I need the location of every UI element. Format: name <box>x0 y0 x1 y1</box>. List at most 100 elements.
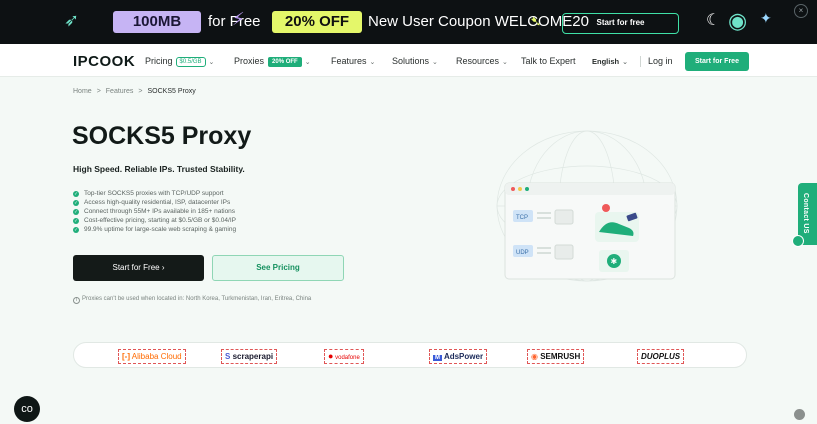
nav-solutions[interactable]: Solutions ⌄ <box>392 56 438 66</box>
check-icon: ✓ <box>73 208 79 215</box>
nav-proxies-label: Proxies <box>234 56 265 66</box>
planet-deco-icon: ◉ <box>728 8 748 33</box>
check-icon: ✓ <box>73 226 79 233</box>
feature-text: 99.9% uptime for large-scale web scrapin… <box>84 226 237 233</box>
nav-resources[interactable]: Resources ⌄ <box>456 56 508 66</box>
chevron-down-icon: ⌄ <box>622 59 628 66</box>
breadcrumb-separator: > <box>96 88 101 95</box>
nav-language[interactable]: English ⌄ <box>592 57 628 66</box>
nav-start-free-button[interactable]: Start for Free <box>685 52 749 71</box>
browser-titlebar <box>505 183 675 195</box>
hero-subtitle: High Speed. Reliable IPs. Trusted Stabil… <box>73 164 245 174</box>
nav-resources-label: Resources <box>456 56 500 66</box>
restriction-note: i Proxies can't be used when located in: … <box>73 296 311 304</box>
feature-item: ✓ Connect through 55M+ IPs available in 1… <box>73 207 236 216</box>
feature-text: Cost-effective pricing, starting at $0.5… <box>84 217 236 224</box>
check-icon: ✓ <box>73 190 79 197</box>
window-dot-yellow <box>518 187 522 191</box>
breadcrumb-home[interactable]: Home <box>73 88 92 95</box>
check-icon: ✓ <box>73 217 79 224</box>
breadcrumb-current: SOCKS5 Proxy <box>147 88 196 95</box>
nav-pricing-label: Pricing <box>145 56 173 66</box>
nav-talk-to-expert[interactable]: Talk to Expert <box>521 56 576 66</box>
ipcook-logo[interactable]: IPCOOK <box>73 53 135 70</box>
location-pin-icon <box>602 204 610 212</box>
check-icon: ✓ <box>73 199 79 206</box>
contact-us-label: Contact US <box>802 193 809 234</box>
scraperapi-logo: S scraperapi <box>221 349 278 364</box>
breadcrumb: Home > Features > SOCKS5 Proxy <box>73 88 196 95</box>
nav-features-label: Features <box>331 56 367 66</box>
window-dot-green <box>525 187 529 191</box>
sparkle-deco-icon: ✦ <box>760 10 772 26</box>
semrush-mark-icon: ◉ <box>531 352 538 361</box>
page-title: SOCKS5 Proxy <box>72 122 252 150</box>
vodafone-logo: ● vodafone <box>324 349 364 364</box>
promo-close-icon[interactable]: × <box>794 4 808 18</box>
feature-item: ✓ Top-tier SOCKS5 proxies with TCP/UDP su… <box>73 189 236 198</box>
promo-coupon-text: New User Coupon WELCOME20 <box>368 13 589 30</box>
window-dot-red <box>511 187 515 191</box>
chat-icon: co <box>21 403 33 415</box>
adspower-mark-icon: M <box>433 355 442 361</box>
udp-label: UDP <box>516 250 529 256</box>
chevron-down-icon: ⌄ <box>369 59 376 66</box>
semrush-logo: ◉ SEMRUSH <box>527 349 585 364</box>
proxies-off-badge: 20% OFF <box>268 57 302 67</box>
alibaba-mark-icon: [-] <box>122 352 130 361</box>
proxy-illustration: TCP UDP ✱ <box>496 130 678 282</box>
moon-deco-icon: ☾ <box>706 12 721 29</box>
chat-bubble-icon <box>792 235 804 247</box>
feature-item: ✓ Access high-quality residential, ISP, d… <box>73 198 236 207</box>
feature-text: Top-tier SOCKS5 proxies with TCP/UDP sup… <box>84 190 224 197</box>
chevron-down-icon: ⌄ <box>304 59 311 66</box>
feature-text: Access high-quality residential, ISP, da… <box>84 199 231 206</box>
browser-window <box>504 182 676 280</box>
rocket-deco-icon: ➶ <box>64 10 80 30</box>
duoplus-logo: DUOPLUS <box>637 349 685 364</box>
start-free-button[interactable]: Start for Free › <box>73 255 204 281</box>
promo-banner[interactable]: ➶ 100MB for Free ⚡ 20% OFF New User Coup… <box>0 0 817 44</box>
vodafone-mark-icon: ● <box>328 351 334 361</box>
feature-item: ✓ 99.9% uptime for large-scale web scrapi… <box>73 225 236 234</box>
nav-proxies[interactable]: Proxies 20% OFF ⌄ <box>234 56 311 67</box>
tcp-label: TCP <box>516 215 528 221</box>
alibaba-cloud-logo: [-] Alibaba Cloud <box>118 349 186 364</box>
promo-100mb-badge: 100MB <box>113 11 201 33</box>
lightning-deco-icon: ⚡ <box>232 9 245 29</box>
alibaba-cloud-text: Alibaba Cloud <box>131 352 182 361</box>
nav-divider <box>640 56 641 67</box>
nav-features[interactable]: Features ⌄ <box>331 56 375 66</box>
chevron-down-icon: ⌄ <box>502 59 508 66</box>
vodafone-text: vodafone <box>335 355 360 361</box>
svg-text:✱: ✱ <box>611 257 618 266</box>
adspower-text: AdsPower <box>443 352 484 361</box>
login-link[interactable]: Log in <box>648 56 673 66</box>
feature-list: ✓ Top-tier SOCKS5 proxies with TCP/UDP su… <box>73 189 236 234</box>
adspower-logo: M AdsPower <box>429 349 488 364</box>
contact-us-tab[interactable]: Contact US <box>792 183 817 247</box>
breadcrumb-separator: > <box>138 88 143 95</box>
chevron-down-icon: ⌄ <box>208 59 215 66</box>
nav-language-label: English <box>592 57 620 66</box>
scraperapi-text: scraperapi <box>232 352 274 361</box>
chevron-down-icon: ⌄ <box>432 59 438 66</box>
main-navbar: IPCOOK Pricing $0.5/GB ⌄ Proxies 20% OFF ⌄ F… <box>0 44 817 77</box>
see-pricing-button[interactable]: See Pricing <box>212 255 344 281</box>
partner-logos-bar: [-] Alibaba Cloud S scraperapi ● vodafon… <box>73 342 747 368</box>
chat-fab-button[interactable]: co <box>14 396 40 422</box>
swoosh-deco-icon: ➷ <box>530 13 542 29</box>
restriction-note-text: Proxies can't be used when located in: N… <box>82 296 312 302</box>
nav-solutions-label: Solutions <box>392 56 430 66</box>
info-icon: i <box>73 297 80 304</box>
feature-item: ✓ Cost-effective pricing, starting at $0.… <box>73 216 236 225</box>
scraperapi-mark-icon: S <box>225 352 231 361</box>
feature-text: Connect through 55M+ IPs available in 18… <box>84 208 236 215</box>
nav-pricing[interactable]: Pricing $0.5/GB ⌄ <box>145 56 214 67</box>
breadcrumb-features[interactable]: Features <box>106 88 134 95</box>
promo-off-badge: 20% OFF <box>272 11 362 33</box>
pricing-badge: $0.5/GB <box>175 57 206 67</box>
semrush-text: SEMRUSH <box>540 352 581 361</box>
scroll-indicator[interactable] <box>794 409 805 420</box>
promo-start-button[interactable]: Start for free <box>562 13 679 34</box>
